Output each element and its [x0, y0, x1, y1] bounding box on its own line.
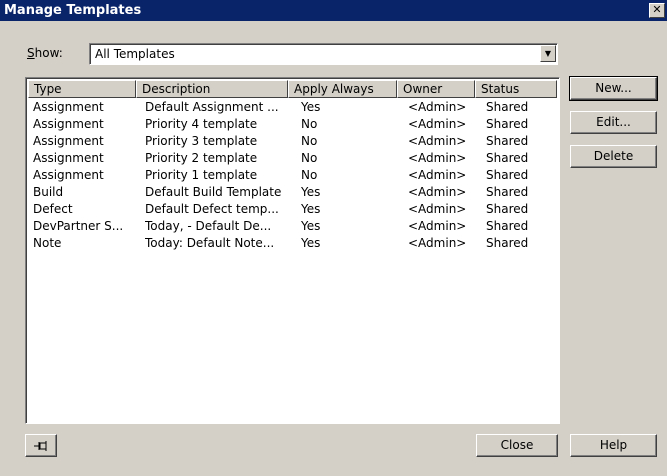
apply-always-cell: Yes — [301, 236, 321, 250]
owner-cell: <Admin> — [408, 151, 467, 165]
apply-always-cell: Yes — [301, 202, 321, 216]
status-cell: Shared — [486, 134, 529, 148]
delete-button[interactable]: Delete — [570, 145, 657, 168]
description-cell: Priority 2 template — [145, 151, 258, 165]
owner-cell: <Admin> — [408, 236, 467, 250]
status-cell: Shared — [486, 185, 529, 199]
owner-cell: <Admin> — [408, 219, 467, 233]
column-header-type[interactable]: Type — [28, 80, 136, 98]
apply-always-cell: No — [301, 151, 318, 165]
description-cell: Priority 3 template — [145, 134, 258, 148]
show-label: Show: — [27, 46, 63, 60]
table-row[interactable]: Defect Default Defect temp... Yes <Admin> Sh… — [28, 201, 557, 218]
table-row[interactable]: Assignment Priority 1 template No <Admin> Sh… — [28, 167, 557, 184]
close-window-button[interactable]: ✕ — [649, 3, 665, 18]
show-dropdown[interactable]: All Templates ▼ — [89, 43, 558, 65]
type-cell: Defect — [33, 202, 73, 216]
status-cell: Shared — [486, 202, 529, 216]
type-cell: Assignment — [33, 100, 104, 114]
owner-cell: <Admin> — [408, 100, 467, 114]
description-cell: Default Defect temp... — [145, 202, 279, 216]
edit-button[interactable]: Edit... — [570, 111, 657, 134]
status-cell: Shared — [486, 100, 529, 114]
apply-always-cell: Yes — [301, 219, 321, 233]
table-row[interactable]: DevPartner S... Today, - Default De... Yes… — [28, 218, 557, 235]
type-cell: Assignment — [33, 117, 104, 131]
table-row[interactable]: Assignment Priority 3 template No <Admin> Sh… — [28, 133, 557, 150]
description-cell: Today: Default Note... — [145, 236, 275, 250]
apply-always-cell: No — [301, 134, 318, 148]
help-button[interactable]: Help — [570, 434, 657, 457]
type-cell: Assignment — [33, 151, 104, 165]
description-cell: Priority 1 template — [145, 168, 258, 182]
status-cell: Shared — [486, 219, 529, 233]
column-header-status[interactable]: Status — [475, 80, 557, 98]
owner-cell: <Admin> — [408, 134, 467, 148]
status-cell: Shared — [486, 117, 529, 131]
status-cell: Shared — [486, 168, 529, 182]
column-header-description[interactable]: Description — [136, 80, 288, 98]
description-cell: Today, - Default De... — [145, 219, 272, 233]
table-row[interactable]: Assignment Default Assignment ... Yes <Admi… — [28, 99, 557, 116]
type-cell: Assignment — [33, 134, 104, 148]
table-row[interactable]: Note Today: Default Note... Yes <Admin> Shar… — [28, 235, 557, 252]
apply-always-cell: No — [301, 168, 318, 182]
title-bar: Manage Templates ✕ — [0, 0, 667, 21]
type-cell: Build — [33, 185, 64, 199]
pin-icon — [34, 441, 47, 451]
status-cell: Shared — [486, 236, 529, 250]
table-row[interactable]: Build Default Build Template Yes <Admin> Sha… — [28, 184, 557, 201]
close-button[interactable]: Close — [476, 434, 558, 457]
new-button[interactable]: New... — [569, 76, 658, 101]
type-cell: Assignment — [33, 168, 104, 182]
type-cell: Note — [33, 236, 62, 250]
table-row[interactable]: Assignment Priority 4 template No <Admin> Sh… — [28, 116, 557, 133]
owner-cell: <Admin> — [408, 185, 467, 199]
apply-always-cell: Yes — [301, 185, 321, 199]
apply-always-cell: Yes — [301, 100, 321, 114]
owner-cell: <Admin> — [408, 202, 467, 216]
owner-cell: <Admin> — [408, 168, 467, 182]
column-header-owner[interactable]: Owner — [397, 80, 475, 98]
description-cell: Default Assignment ... — [145, 100, 279, 114]
apply-always-cell: No — [301, 117, 318, 131]
description-cell: Priority 4 template — [145, 117, 258, 131]
window-title: Manage Templates — [4, 3, 142, 18]
chevron-down-icon[interactable]: ▼ — [540, 45, 556, 62]
table-row[interactable]: Assignment Priority 2 template No <Admin> Sh… — [28, 150, 557, 167]
type-cell: DevPartner S... — [33, 219, 124, 233]
templates-list[interactable]: Type Description Apply Always Owner Stat… — [25, 77, 560, 424]
list-header: Type Description Apply Always Owner Stat… — [28, 80, 557, 98]
owner-cell: <Admin> — [408, 117, 467, 131]
pin-button[interactable] — [25, 434, 57, 457]
show-dropdown-value: All Templates — [95, 47, 175, 61]
description-cell: Default Build Template — [145, 185, 282, 199]
status-cell: Shared — [486, 151, 529, 165]
column-header-apply-always[interactable]: Apply Always — [288, 80, 397, 98]
